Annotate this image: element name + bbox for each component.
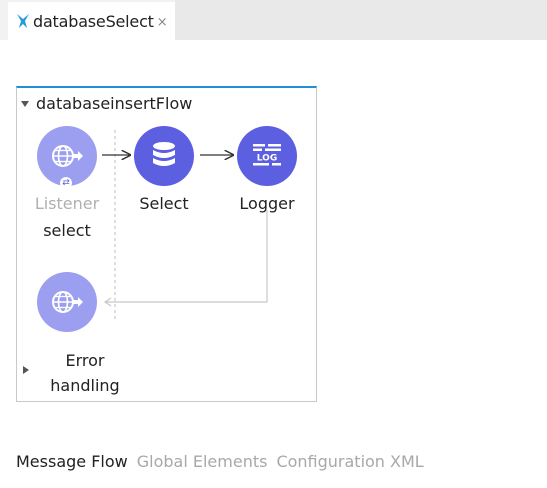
source-badge-icon: ⇄ bbox=[60, 177, 72, 189]
http-globe-icon bbox=[52, 145, 83, 167]
flow-title: databaseinsertFlow bbox=[36, 94, 193, 113]
collapse-caret-icon[interactable] bbox=[21, 101, 29, 107]
tab-strip-empty-area bbox=[175, 0, 547, 40]
tab-message-flow[interactable]: Message Flow bbox=[16, 452, 128, 471]
editor-tab-strip: databaseSelect × bbox=[0, 0, 547, 40]
svg-text:LOG: LOG bbox=[257, 154, 277, 164]
log-icon: LOG bbox=[253, 144, 281, 166]
tab-global-elements[interactable]: Global Elements bbox=[137, 452, 268, 471]
close-icon[interactable]: × bbox=[157, 15, 168, 30]
logger-label: Logger bbox=[239, 194, 295, 213]
tab-configuration-xml[interactable]: Configuration XML bbox=[276, 452, 423, 471]
select-label: Select bbox=[139, 194, 189, 213]
error-handling-node[interactable] bbox=[37, 272, 97, 332]
editor-view-tabs: Message Flow Global Elements Configurati… bbox=[16, 452, 433, 471]
mule-config-icon bbox=[17, 14, 29, 28]
editor-tab-databaseselect[interactable]: databaseSelect × bbox=[8, 2, 175, 40]
listener-type-label: Listener bbox=[34, 194, 100, 213]
logger-node[interactable]: LOG bbox=[237, 126, 297, 186]
error-handling-label-line1: Error bbox=[65, 351, 105, 370]
expand-caret-icon[interactable] bbox=[23, 366, 29, 374]
select-node[interactable] bbox=[134, 126, 194, 186]
listener-name-label: select bbox=[43, 221, 91, 240]
database-icon bbox=[153, 142, 175, 166]
editor-tab-title: databaseSelect bbox=[33, 11, 154, 31]
flow-header[interactable]: databaseinsertFlow bbox=[21, 94, 192, 113]
error-handling-label-line2: handling bbox=[50, 376, 120, 395]
http-globe-icon bbox=[52, 291, 83, 313]
